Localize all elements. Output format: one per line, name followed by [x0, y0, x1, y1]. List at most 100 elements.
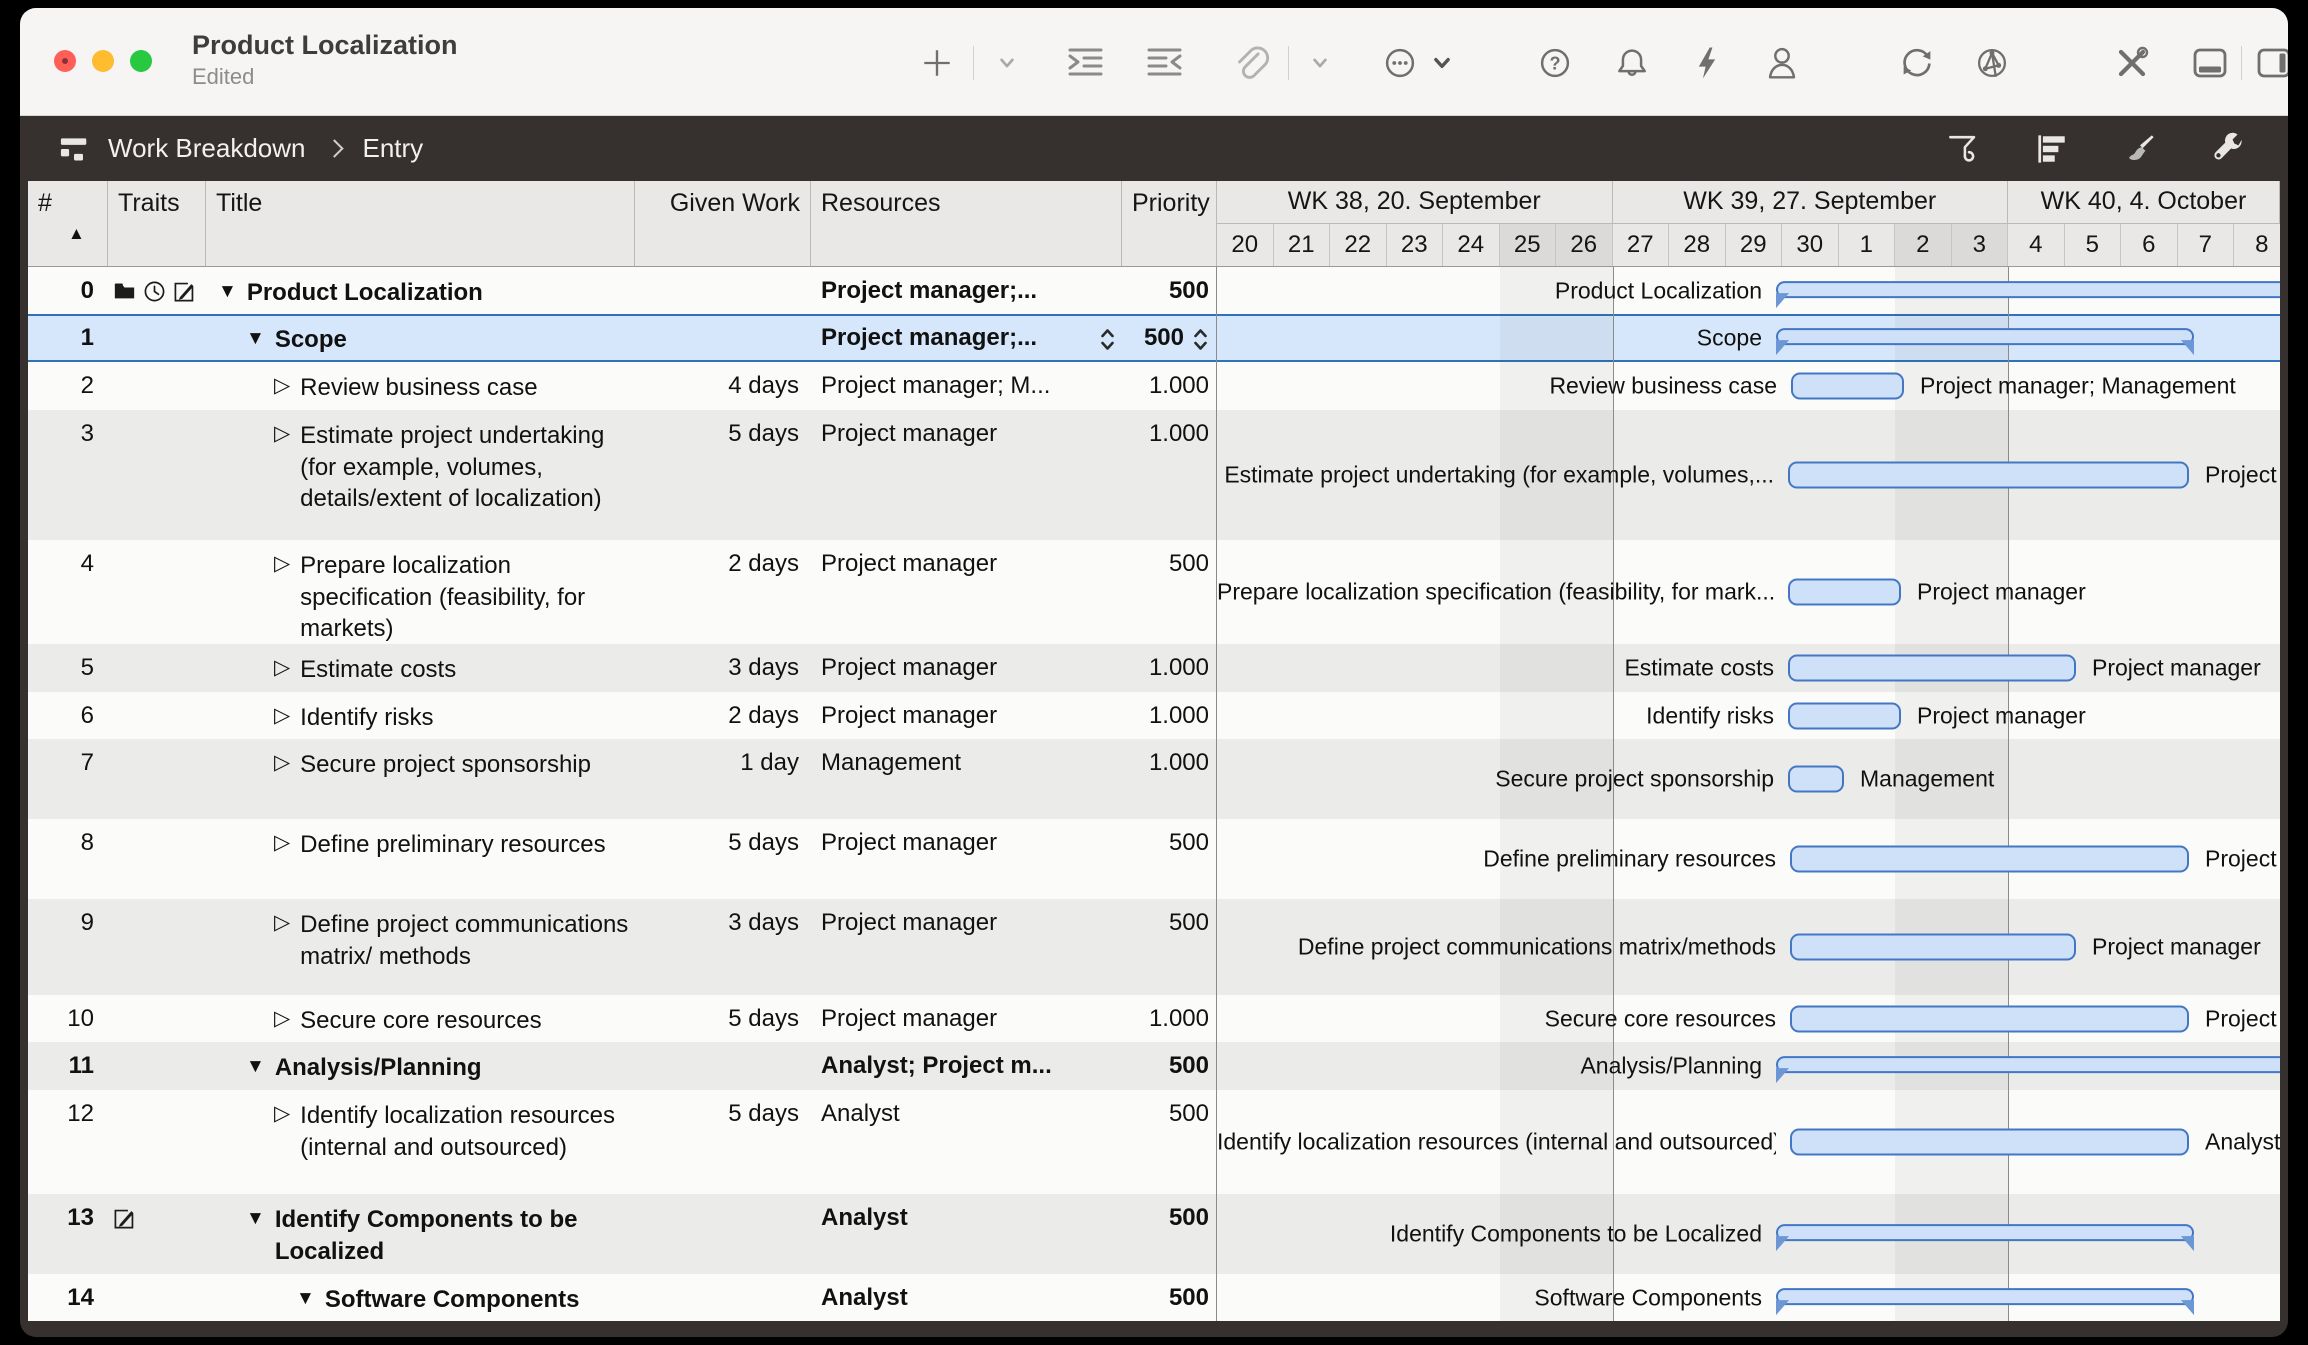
gantt-task-bar[interactable]: [1788, 655, 2076, 682]
task-row-1[interactable]: 1▼ScopeProject manager;...500Scope: [28, 314, 2280, 362]
task-row-12[interactable]: 12▷Identify localization resources (inte…: [28, 1090, 2280, 1194]
task-row-13[interactable]: 13▼Identify Components to be LocalizedAn…: [28, 1194, 2280, 1274]
given-work-cell[interactable]: 4 days: [635, 362, 811, 410]
sync-icon[interactable]: [1895, 41, 1939, 85]
gantt-summary-bar[interactable]: [1776, 1056, 2280, 1073]
task-row-2[interactable]: 2▷Review business case4 daysProject mana…: [28, 362, 2280, 410]
resources-cell[interactable]: Analyst; Project m...: [811, 1042, 1122, 1090]
column-header-priority[interactable]: Priority: [1122, 181, 1217, 266]
resources-cell[interactable]: Analyst: [811, 1194, 1122, 1274]
title-cell[interactable]: ▷Define preliminary resources: [206, 819, 635, 899]
disclosure-triangle-icon[interactable]: ▼: [246, 1052, 265, 1079]
given-work-cell[interactable]: 5 days: [635, 410, 811, 540]
resources-cell[interactable]: Project manager: [811, 819, 1122, 899]
attachment-chevron-down-icon[interactable]: [1298, 41, 1342, 85]
priority-cell[interactable]: 500: [1122, 1090, 1217, 1194]
title-cell[interactable]: ▷Estimate costs: [206, 644, 635, 692]
disclosure-triangle-icon[interactable]: ▼: [246, 324, 265, 351]
priority-cell[interactable]: 500: [1122, 899, 1217, 995]
gantt-task-bar[interactable]: [1790, 1005, 2189, 1032]
given-work-cell[interactable]: [635, 1274, 811, 1321]
priority-cell[interactable]: 500: [1122, 314, 1217, 362]
outline-icon[interactable]: [2032, 129, 2072, 169]
title-cell[interactable]: ▼Software Components: [206, 1274, 635, 1321]
given-work-cell[interactable]: 5 days: [635, 819, 811, 899]
resources-cell[interactable]: Project manager: [811, 899, 1122, 995]
priority-cell[interactable]: 1.000: [1122, 739, 1217, 819]
gantt-summary-bar[interactable]: [1776, 328, 2194, 345]
given-work-cell[interactable]: [635, 1042, 811, 1090]
given-work-cell[interactable]: [635, 314, 811, 362]
given-work-cell[interactable]: 2 days: [635, 692, 811, 739]
priority-cell[interactable]: 1.000: [1122, 362, 1217, 410]
gantt-summary-bar[interactable]: [1776, 1288, 2194, 1305]
given-work-cell[interactable]: [635, 1194, 811, 1274]
title-cell[interactable]: ▷Define project communications matrix/ m…: [206, 899, 635, 995]
tools-icon[interactable]: [2110, 41, 2154, 85]
gantt-task-bar[interactable]: [1788, 579, 1901, 606]
resources-cell[interactable]: Project manager; M...: [811, 362, 1122, 410]
gantt-task-bar[interactable]: [1788, 766, 1844, 793]
priority-cell[interactable]: 1.000: [1122, 644, 1217, 692]
more-circle-icon[interactable]: [1378, 41, 1422, 85]
bolt-icon[interactable]: [1685, 41, 1729, 85]
task-row-4[interactable]: 4▷Prepare localization specification (fe…: [28, 540, 2280, 644]
task-row-14[interactable]: 14▼Software ComponentsAnalyst500Software…: [28, 1274, 2280, 1321]
priority-cell[interactable]: 500: [1122, 1194, 1217, 1274]
title-cell[interactable]: ▼Product Localization: [206, 267, 635, 314]
gantt-task-bar[interactable]: [1790, 1129, 2189, 1156]
column-header-given-work[interactable]: Given Work: [635, 181, 811, 266]
filter-icon[interactable]: [1944, 129, 1984, 169]
resources-stepper[interactable]: [1099, 324, 1116, 352]
gantt-summary-bar[interactable]: [1776, 281, 2280, 298]
person-icon[interactable]: [1760, 41, 1804, 85]
resources-cell[interactable]: Project manager: [811, 410, 1122, 540]
priority-cell[interactable]: 500: [1122, 540, 1217, 644]
disclosure-triangle-icon[interactable]: ▼: [296, 1284, 315, 1311]
given-work-cell[interactable]: 5 days: [635, 1090, 811, 1194]
more-chevron-down-icon[interactable]: [1420, 41, 1464, 85]
priority-stepper[interactable]: [1192, 324, 1209, 362]
resources-cell[interactable]: Project manager: [811, 995, 1122, 1042]
title-cell[interactable]: ▷Estimate project undertaking (for examp…: [206, 410, 635, 540]
minimize-button[interactable]: [92, 50, 114, 72]
title-cell[interactable]: ▷Identify risks: [206, 692, 635, 739]
gantt-task-bar[interactable]: [1791, 373, 1904, 400]
network-icon[interactable]: [1970, 41, 2014, 85]
title-cell[interactable]: ▷Identify localization resources (intern…: [206, 1090, 635, 1194]
given-work-cell[interactable]: 3 days: [635, 644, 811, 692]
bell-icon[interactable]: [1610, 41, 1654, 85]
panel-right-icon[interactable]: [2252, 41, 2288, 85]
column-header-title[interactable]: Title: [206, 181, 635, 266]
title-cell[interactable]: ▷Secure project sponsorship: [206, 739, 635, 819]
title-cell[interactable]: ▷Review business case: [206, 362, 635, 410]
priority-cell[interactable]: 500: [1122, 267, 1217, 314]
column-header-number[interactable]: # ▲: [28, 181, 108, 266]
gantt-task-bar[interactable]: [1788, 702, 1901, 729]
disclosure-triangle-icon[interactable]: ▼: [246, 1204, 265, 1231]
resources-cell[interactable]: Project manager: [811, 540, 1122, 644]
style-brush-icon[interactable]: [2120, 129, 2160, 169]
add-chevron-down-icon[interactable]: [985, 41, 1029, 85]
close-button[interactable]: [54, 50, 76, 72]
title-cell[interactable]: ▼Analysis/Planning: [206, 1042, 635, 1090]
indent-icon[interactable]: [1063, 41, 1107, 85]
priority-cell[interactable]: 500: [1122, 1042, 1217, 1090]
priority-cell[interactable]: 500: [1122, 1274, 1217, 1321]
disclosure-triangle-icon[interactable]: ▼: [218, 277, 237, 304]
priority-cell[interactable]: 1.000: [1122, 692, 1217, 739]
resources-cell[interactable]: Analyst: [811, 1090, 1122, 1194]
given-work-cell[interactable]: [635, 267, 811, 314]
given-work-cell[interactable]: 3 days: [635, 899, 811, 995]
column-header-traits[interactable]: Traits: [108, 181, 206, 266]
title-cell[interactable]: ▷Secure core resources: [206, 995, 635, 1042]
gantt-task-bar[interactable]: [1790, 934, 2076, 961]
task-row-8[interactable]: 8▷Define preliminary resources5 daysProj…: [28, 819, 2280, 899]
resources-cell[interactable]: Project manager: [811, 692, 1122, 739]
breadcrumb-view[interactable]: Entry: [363, 133, 424, 164]
gantt-timescale[interactable]: WK 38, 20. SeptemberWK 39, 27. September…: [1217, 181, 2280, 266]
given-work-cell[interactable]: 2 days: [635, 540, 811, 644]
outdent-icon[interactable]: [1143, 41, 1187, 85]
resources-cell[interactable]: Project manager;...: [811, 267, 1122, 314]
panel-bottom-icon[interactable]: [2188, 41, 2232, 85]
